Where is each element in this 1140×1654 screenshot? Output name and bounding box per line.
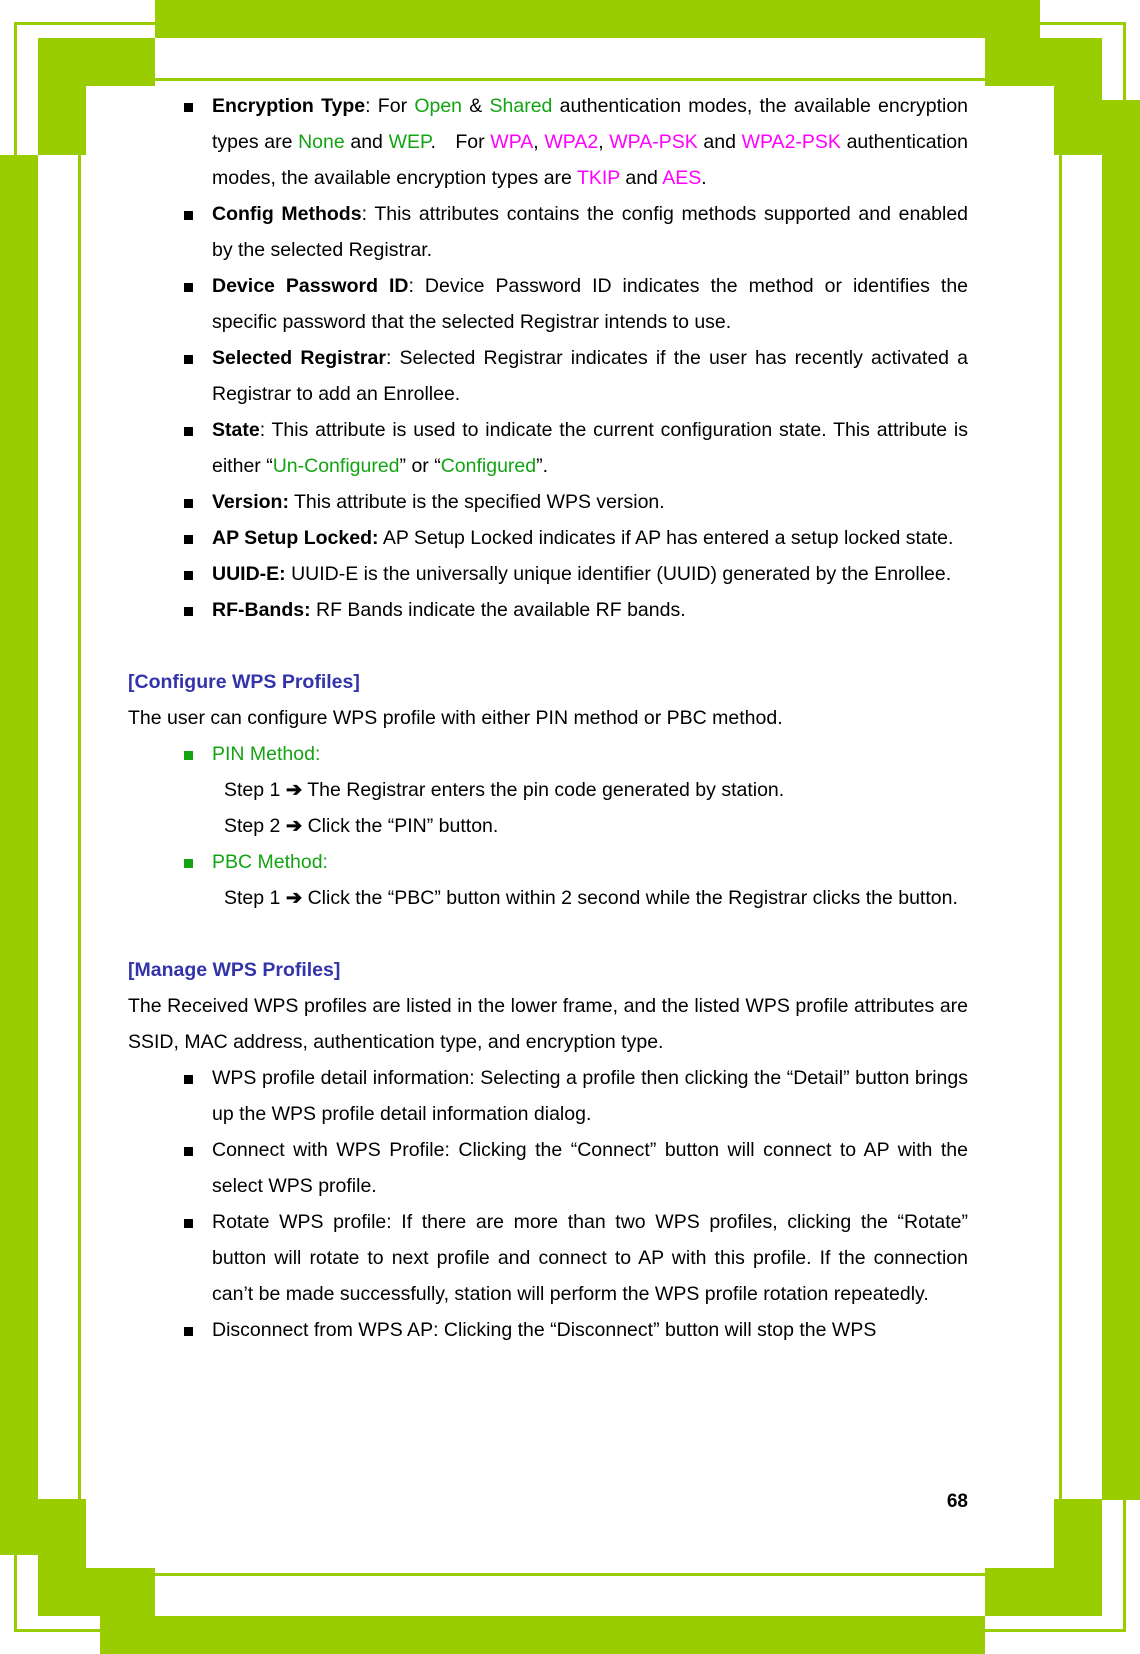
border-inner-hairline-top <box>78 78 1062 81</box>
attribute-text-segment: Shared <box>489 95 553 117</box>
border-corner-top-right-horizontal <box>985 38 1102 86</box>
border-bar-top <box>155 0 1040 38</box>
list-item: Connect with WPS Profile: Clicking the “… <box>128 1132 968 1204</box>
step-text: Click the “PBC” button within 2 second w… <box>307 887 958 909</box>
attribute-text-segment: None <box>298 131 345 153</box>
wps-attributes-list: Encryption Type: For Open & Shared authe… <box>128 88 968 628</box>
configure-section-heading: [Configure WPS Profiles] <box>128 671 360 693</box>
list-item: Disconnect from WPS AP: Clicking the “Di… <box>128 1312 968 1348</box>
attribute-text-segment: and <box>344 131 389 153</box>
configure-section-intro: The user can configure WPS profile with … <box>128 707 783 729</box>
attribute-term: State <box>212 419 260 441</box>
attribute-text-segment: UUID-E is the universally unique identif… <box>285 563 952 585</box>
method-step: Step 1 ➔ The Registrar enters the pin co… <box>128 772 968 808</box>
step-label: Step 1 <box>224 779 281 801</box>
attribute-text-segment: This attribute is the specified WPS vers… <box>288 491 665 513</box>
arrow-right-icon: ➔ <box>285 887 303 909</box>
attribute-text-segment: WEP <box>388 131 431 153</box>
list-item: AP Setup Locked: AP Setup Locked indicat… <box>128 520 968 556</box>
list-item: Device Password ID: Device Password ID i… <box>128 268 968 340</box>
step-label: Step 1 <box>224 887 281 909</box>
list-item: RF-Bands: RF Bands indicate the availabl… <box>128 592 968 628</box>
list-item: Version: This attribute is the specified… <box>128 484 968 520</box>
border-corner-bottom-left-horizontal <box>38 1568 155 1616</box>
attribute-text-segment: and <box>619 167 663 189</box>
attribute-text-segment: & <box>462 95 490 117</box>
attribute-text-segment: ” or “ <box>399 455 441 477</box>
attribute-text-segment: WPA <box>490 131 534 153</box>
border-corner-bottom-right-horizontal <box>985 1568 1102 1616</box>
method-label: PIN Method: <box>212 743 321 765</box>
attribute-text-segment: : For <box>365 95 415 117</box>
attribute-term: RF-Bands: <box>212 599 311 621</box>
page-number: 68 <box>946 1491 968 1512</box>
step-label: Step 2 <box>224 815 281 837</box>
manage-item-text: Disconnect from WPS AP: Clicking the “Di… <box>212 1319 877 1341</box>
method-step: Step 1 ➔ Click the “PBC” button within 2… <box>128 880 968 916</box>
attribute-term: Config Methods <box>212 203 362 225</box>
attribute-text-segment: TKIP <box>576 167 620 189</box>
manage-item-text: WPS profile detail information: Selectin… <box>212 1067 968 1125</box>
document-page: Encryption Type: For Open & Shared authe… <box>0 0 1140 1654</box>
border-inner-hairline-left <box>78 78 81 1576</box>
page-content: Encryption Type: For Open & Shared authe… <box>128 88 968 1348</box>
attribute-text-segment: ”. <box>536 455 549 477</box>
attribute-text-segment: Open <box>414 95 463 117</box>
manage-section-intro: The Received WPS profiles are listed in … <box>128 995 968 1053</box>
section-spacer-2 <box>128 916 968 952</box>
border-inner-hairline-right <box>1059 78 1062 1576</box>
list-item: Selected Registrar: Selected Registrar i… <box>128 340 968 412</box>
attribute-term: Encryption Type <box>212 95 366 117</box>
list-item: Encryption Type: For Open & Shared authe… <box>128 88 968 196</box>
attribute-text-segment: . For <box>430 131 491 153</box>
border-bar-right <box>1102 100 1140 1500</box>
list-item: WPS profile detail information: Selectin… <box>128 1060 968 1132</box>
list-item: Rotate WPS profile: If there are more th… <box>128 1204 968 1312</box>
step-text: Click the “PIN” button. <box>307 815 499 837</box>
manage-section-heading: [Manage WPS Profiles] <box>128 959 341 981</box>
list-item: Config Methods: This attributes contains… <box>128 196 968 268</box>
attribute-text-segment: , <box>598 131 610 153</box>
border-bar-left <box>0 155 38 1555</box>
list-item: State: This attribute is used to indicat… <box>128 412 968 484</box>
list-item: UUID-E: UUID-E is the universally unique… <box>128 556 968 592</box>
arrow-right-icon: ➔ <box>285 779 303 801</box>
attribute-term: Version: <box>212 491 289 513</box>
border-bar-bottom <box>100 1616 985 1654</box>
method-label: PBC Method: <box>212 851 328 873</box>
attribute-text-segment: RF Bands indicate the available RF bands… <box>310 599 686 621</box>
attribute-term: UUID-E: <box>212 563 286 585</box>
step-text: The Registrar enters the pin code genera… <box>307 779 785 801</box>
attribute-term: AP Setup Locked: <box>212 527 379 549</box>
arrow-right-icon: ➔ <box>285 815 303 837</box>
attribute-text-segment: and <box>697 131 742 153</box>
attribute-term: Device Password ID <box>212 275 409 297</box>
attribute-text-segment: Un-Configured <box>272 455 400 477</box>
manage-item-text: Connect with WPS Profile: Clicking the “… <box>212 1139 968 1197</box>
attribute-text-segment: AES <box>662 167 702 189</box>
manage-items-list: WPS profile detail information: Selectin… <box>128 1060 968 1348</box>
attribute-text-segment: WPA-PSK <box>609 131 698 153</box>
list-item: PIN Method: <box>128 736 968 772</box>
attribute-text-segment: WPA2-PSK <box>741 131 841 153</box>
attribute-text-segment: . <box>701 167 707 189</box>
configure-methods-list: PIN Method: Step 1 ➔ The Registrar enters… <box>128 736 968 916</box>
attribute-text-segment: AP Setup Locked indicates if AP has ente… <box>378 527 954 549</box>
attribute-text-segment: WPA2 <box>544 131 599 153</box>
manage-item-text: Rotate WPS profile: If there are more th… <box>212 1211 968 1305</box>
attribute-text-segment: , <box>533 131 545 153</box>
list-item: PBC Method: <box>128 844 968 880</box>
border-inner-hairline-bottom <box>78 1573 1062 1576</box>
method-step: Step 2 ➔ Click the “PIN” button. <box>128 808 968 844</box>
border-corner-top-left-horizontal <box>38 38 155 86</box>
attribute-text-segment: Configured <box>440 455 537 477</box>
attribute-term: Selected Registrar <box>212 347 386 369</box>
